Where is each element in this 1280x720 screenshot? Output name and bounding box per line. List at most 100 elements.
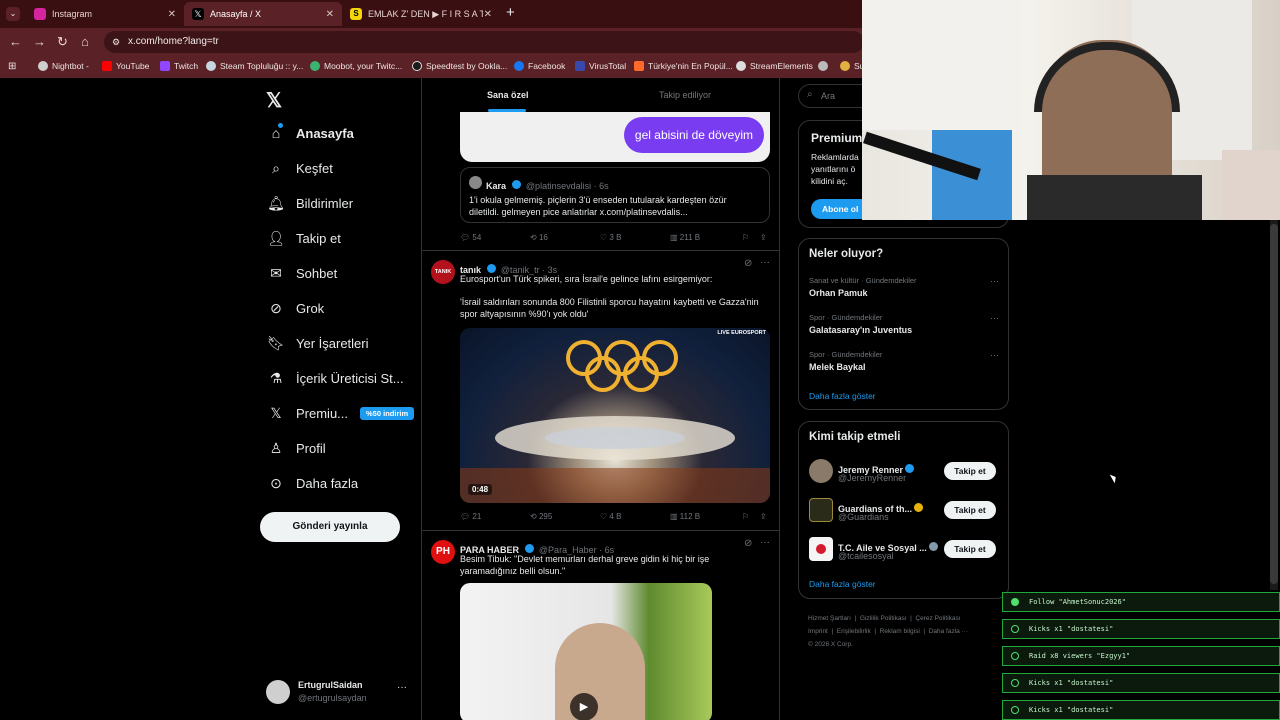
grok-icon[interactable]: ⊘ xyxy=(744,538,752,549)
close-icon[interactable]: ✕ xyxy=(484,9,492,20)
bookmark-twitch[interactable]: Twitch xyxy=(160,61,198,71)
more-icon[interactable]: ··· xyxy=(760,257,770,268)
home-icon[interactable]: ⌂ xyxy=(81,34,89,49)
bookmark-turkiye[interactable]: Türkiye'nin En Popül... xyxy=(634,61,733,71)
nav-bookmarks[interactable]: 🔖︎ Yer İşaretleri xyxy=(267,335,368,351)
quoted-tweet[interactable]: Kara @platinsevdalisi · 6s 1'i okula gel… xyxy=(460,167,770,223)
tab-x-home[interactable]: 𝕏 Anasayfa / X ✕ xyxy=(184,2,342,26)
bookmark-nightbot[interactable]: Nightbot - xyxy=(38,61,89,71)
nav-premium[interactable]: 𝕏 Premiu... %50 indirim xyxy=(268,405,415,421)
avatar[interactable]: TANIK xyxy=(431,260,455,284)
verified-icon xyxy=(487,264,497,274)
nav-creator-studio[interactable]: ⚗ İçerik Üreticisi St... xyxy=(268,370,404,386)
footer-link[interactable]: Hizmet Şartları xyxy=(808,615,851,622)
reload-icon[interactable]: ↻ xyxy=(57,34,68,50)
trend-item[interactable]: Spor · Gündemdekiler Melek Baykal ··· xyxy=(809,350,999,372)
follow-suggestion[interactable]: Jeremy Renner @JeremyRenner Takip et xyxy=(799,457,1008,487)
tweet-text: 'İsrail saldırıları sonunda 800 Filistin… xyxy=(460,297,759,319)
follow-button[interactable]: Takip et xyxy=(944,540,996,558)
bookmark-icon[interactable]: ⚐ xyxy=(742,512,760,521)
follow-suggestion[interactable]: Guardians of th... @Guardians Takip et xyxy=(799,496,1008,526)
nav-profile[interactable]: ♙ Profil xyxy=(268,440,326,456)
bookmark-streamelements[interactable]: StreamElements xyxy=(736,61,813,71)
nav-more[interactable]: ⊙ Daha fazla xyxy=(268,475,358,491)
account-switcher[interactable]: ErtugrulSaidan @ertugrulsaydan ··· xyxy=(266,678,411,708)
nav-chat[interactable]: ✉ Sohbet xyxy=(268,265,337,281)
bookmark-icon[interactable]: ⚐ xyxy=(742,233,760,242)
nav-explore[interactable]: ⌕ Keşfet xyxy=(268,160,333,176)
more-icon[interactable]: ··· xyxy=(990,313,999,323)
tab-instagram[interactable]: Instagram ✕ xyxy=(26,2,184,26)
tab-for-you[interactable]: Sana özel xyxy=(487,90,529,100)
views-button[interactable]: ▥ 112 B xyxy=(670,512,742,521)
footer-link[interactable]: Imprint xyxy=(808,628,828,635)
post-button[interactable]: Gönderi yayınla xyxy=(260,512,400,542)
bookmark-youtube[interactable]: YouTube xyxy=(102,61,149,71)
tab-label: Anasayfa / X xyxy=(210,9,262,19)
page-scrollbar[interactable] xyxy=(1270,220,1278,590)
grok-icon[interactable]: ⊘ xyxy=(744,258,752,269)
nav-follow[interactable]: 👤︎ Takip et xyxy=(267,230,341,246)
trend-item[interactable]: Sanat ve kültür · Gündemdekiler Orhan Pa… xyxy=(809,276,999,298)
feed-header: Sana özel Takip ediliyor xyxy=(422,78,779,112)
trend-item[interactable]: Spor · Gündemdekiler Galatasaray'ın Juve… xyxy=(809,313,999,335)
more-icon[interactable]: ··· xyxy=(990,276,999,286)
tab-emlak[interactable]: S EMLAK Z' DEN ▶ F I R S A T I ✕ xyxy=(342,2,500,26)
nav-home[interactable]: ⌂ Anasayfa xyxy=(268,123,354,141)
share-icon[interactable]: ⇪ xyxy=(760,512,767,521)
repost-button[interactable]: ⟲ 295 xyxy=(530,512,600,521)
like-button[interactable]: ♡ 3 B xyxy=(600,233,670,242)
copyright: © 2026 X Corp. xyxy=(808,641,853,648)
more-icon[interactable]: ··· xyxy=(760,537,770,548)
emlak-icon: S xyxy=(350,8,362,20)
tweet-image[interactable]: gel abisini de döveyim xyxy=(460,112,770,162)
footer-link[interactable]: Daha fazla ··· xyxy=(929,628,968,635)
share-icon[interactable]: ⇪ xyxy=(760,233,767,242)
bookmark-moobot[interactable]: Moobot, your Twitc... xyxy=(310,61,402,71)
reply-button[interactable]: 💬︎ 21 xyxy=(460,512,530,521)
url-bar[interactable]: ⚙ x.com/home?lang=tr xyxy=(104,31,864,53)
bookmark-facebook[interactable]: Facebook xyxy=(514,61,565,71)
bookmark-virustotal[interactable]: VirusTotal xyxy=(575,61,626,71)
bookmark-su[interactable]: Su xyxy=(840,61,864,71)
account-name: ErtugrulSaidan xyxy=(298,680,363,690)
back-icon[interactable]: ← xyxy=(9,34,22,49)
reply-button[interactable]: 💬︎ 54 xyxy=(460,233,530,242)
bookmark-speedtest[interactable]: Speedtest by Ookla... xyxy=(412,61,507,71)
tweet-video[interactable]: ▶ xyxy=(460,583,712,720)
more-icon[interactable]: ··· xyxy=(397,682,407,693)
footer-link[interactable]: Çerez Politikası xyxy=(915,615,960,622)
tab-following[interactable]: Takip ediliyor xyxy=(659,90,711,100)
tweet-video[interactable]: LIVE EUROSPORT 0:48 xyxy=(460,328,770,503)
tweet[interactable]: PH PARA HABER @Para_Haber · 6s ⊘ ··· Bes… xyxy=(422,530,779,720)
tab-list-chevron-icon[interactable]: ⌄ xyxy=(6,7,20,21)
close-icon[interactable]: ✕ xyxy=(168,9,176,20)
event-item: Follow "AhmetSonuc2026" xyxy=(1002,592,1280,612)
tweet[interactable]: TANIK tanık @tanik_tr · 3s ⊘ ··· Eurospo… xyxy=(422,250,779,528)
footer-link[interactable]: Erişilebilirlik xyxy=(837,628,871,635)
follow-button[interactable]: Takip et xyxy=(944,501,996,519)
bookmark-steam[interactable]: Steam Topluluğu :: y... xyxy=(206,61,303,71)
forward-icon[interactable]: → xyxy=(33,34,46,49)
nav-label: Takip et xyxy=(296,230,341,246)
close-icon[interactable]: ✕ xyxy=(326,9,334,20)
follow-suggestion[interactable]: T.C. Aile ve Sosyal ... @tcailesosyal Ta… xyxy=(799,535,1008,565)
footer-link[interactable]: Gizlilik Politikası xyxy=(860,615,907,622)
x-logo-icon[interactable]: 𝕏 xyxy=(266,88,282,113)
follow-button[interactable]: Takip et xyxy=(944,462,996,480)
views-button[interactable]: ▥ 211 B xyxy=(670,233,742,242)
avatar[interactable]: PH xyxy=(431,540,455,564)
apps-grid-icon[interactable]: ⊞ xyxy=(8,61,16,72)
nav-grok[interactable]: ⊘ Grok xyxy=(268,300,324,316)
new-tab-button[interactable]: + xyxy=(506,4,515,21)
more-icon[interactable]: ··· xyxy=(990,350,999,360)
play-icon[interactable]: ▶ xyxy=(570,693,598,720)
nav-notifications[interactable]: 🔔︎ Bildirimler xyxy=(267,195,353,211)
show-more-link[interactable]: Daha fazla göster xyxy=(809,579,876,589)
show-more-link[interactable]: Daha fazla göster xyxy=(809,391,876,401)
repost-button[interactable]: ⟲ 16 xyxy=(530,233,600,242)
footer-link[interactable]: Reklam bilgisi xyxy=(880,628,920,635)
bookmark-globe[interactable] xyxy=(818,61,832,71)
like-button[interactable]: ♡ 4 B xyxy=(600,512,670,521)
site-info-icon[interactable]: ⚙ xyxy=(112,31,120,53)
